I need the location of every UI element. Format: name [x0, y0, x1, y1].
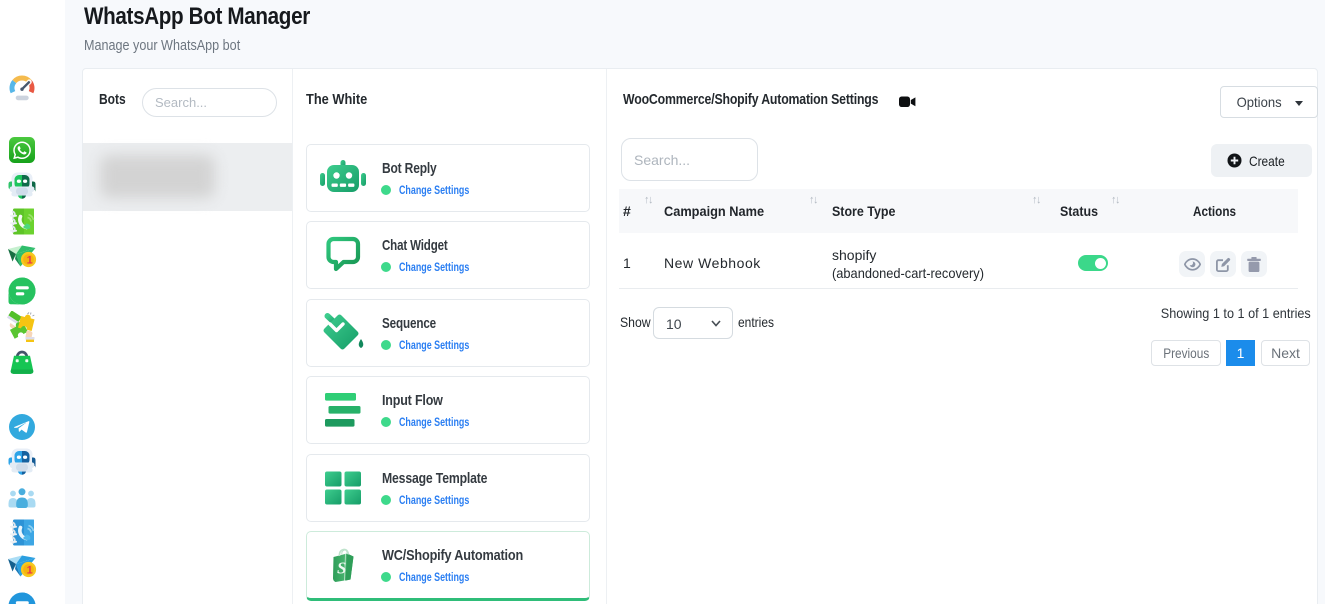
svg-text:1: 1 [27, 565, 33, 577]
svg-text:1: 1 [27, 255, 33, 267]
